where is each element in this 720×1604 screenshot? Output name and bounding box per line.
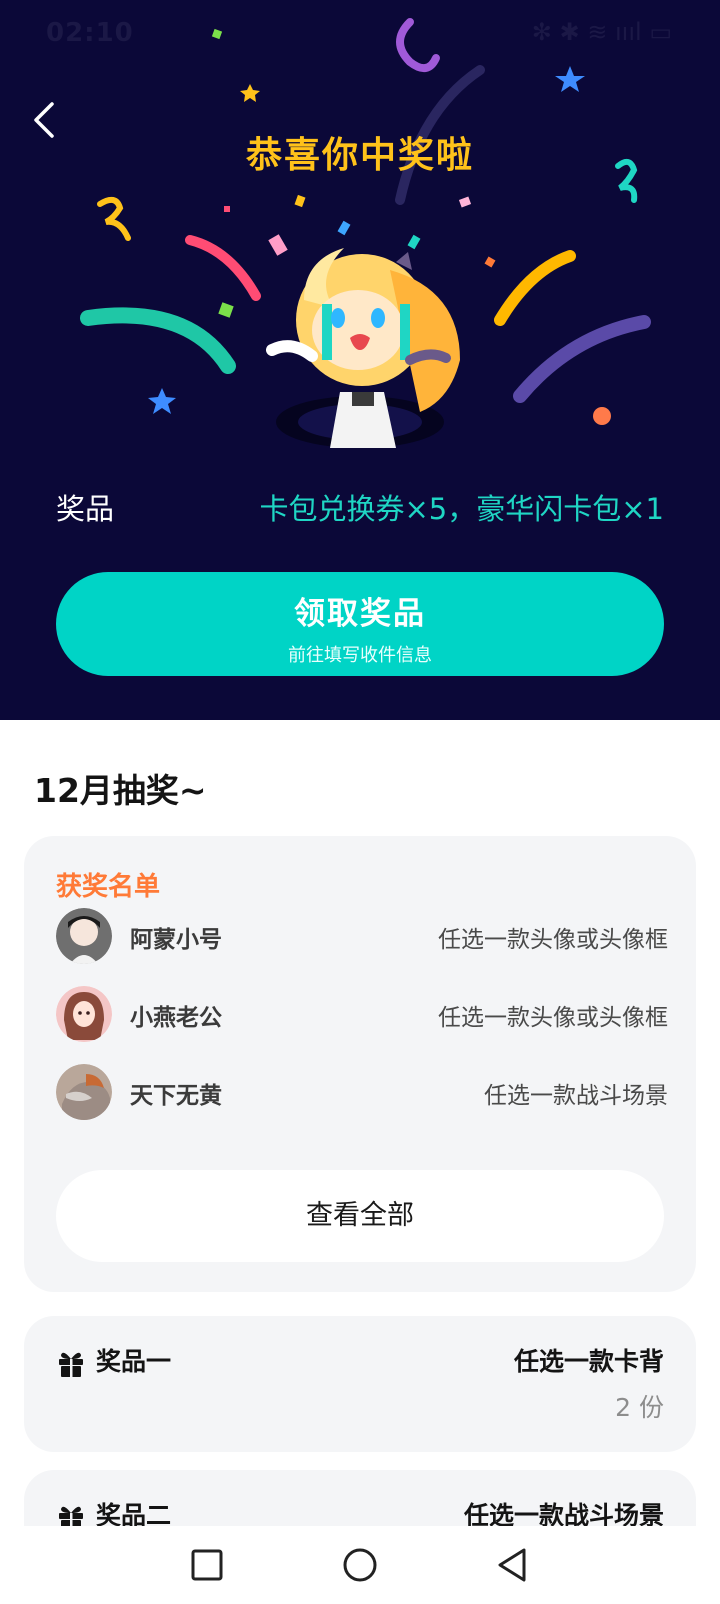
celebration-illustration: [80, 18, 651, 448]
nav-square-icon[interactable]: [180, 1538, 234, 1592]
nav-triangle-icon[interactable]: [486, 1538, 540, 1592]
prize-card-label: 奖品一: [96, 1347, 172, 1376]
winner-name: 阿蒙小号: [130, 927, 222, 953]
winner-row[interactable]: 小燕老公 任选一款头像或头像框: [56, 986, 668, 1044]
prize-card: 奖品一 任选一款卡背 2 份: [24, 1316, 696, 1452]
prize-summary: 奖品 卡包兑换券×5，豪华闪卡包×1: [56, 486, 664, 530]
winner-prize: 任选一款头像或头像框: [438, 1005, 668, 1031]
claim-button-label: 领取奖品: [294, 596, 426, 632]
page-title: 恭喜你中奖啦: [245, 135, 474, 176]
winners-card: 获奖名单 阿蒙小号 任选一款头像或头像框 小燕老公 任选一款头像或头像框 天下无…: [24, 836, 696, 1292]
winner-name: 小燕老公: [130, 1005, 222, 1031]
gift-icon: [59, 1352, 83, 1377]
prize-label: 奖品: [56, 492, 115, 526]
prize-card-name: 任选一款卡背: [513, 1347, 664, 1376]
prize-card-count: 2 份: [615, 1393, 664, 1422]
winner-row[interactable]: 天下无黄 任选一款战斗场景: [56, 1064, 668, 1122]
view-all-button[interactable]: 查看全部: [56, 1170, 664, 1262]
avatar: [56, 986, 112, 1042]
lottery-section-title: 12月抽奖~: [34, 771, 207, 810]
winner-row[interactable]: 阿蒙小号 任选一款头像或头像框: [56, 908, 668, 966]
claim-button-subtitle: 前往填写收件信息: [288, 645, 432, 666]
nav-circle-icon[interactable]: [333, 1538, 387, 1592]
prize-value: 卡包兑换券×5，豪华闪卡包×1: [259, 492, 665, 526]
winner-prize: 任选一款头像或头像框: [438, 927, 668, 953]
winner-prize: 任选一款战斗场景: [484, 1083, 668, 1109]
winners-title: 获奖名单: [56, 872, 161, 902]
avatar: [56, 908, 112, 964]
system-nav-bar: [0, 1526, 720, 1604]
avatar: [56, 1064, 112, 1120]
hero-banner: 02:10 ✻ ✱ ≋ ıııl ▭ 恭喜你中奖啦 奖品 卡包兑换券×5，豪华闪…: [0, 0, 720, 720]
claim-prize-button[interactable]: 领取奖品 前往填写收件信息: [56, 572, 664, 676]
winner-name: 天下无黄: [130, 1083, 222, 1109]
